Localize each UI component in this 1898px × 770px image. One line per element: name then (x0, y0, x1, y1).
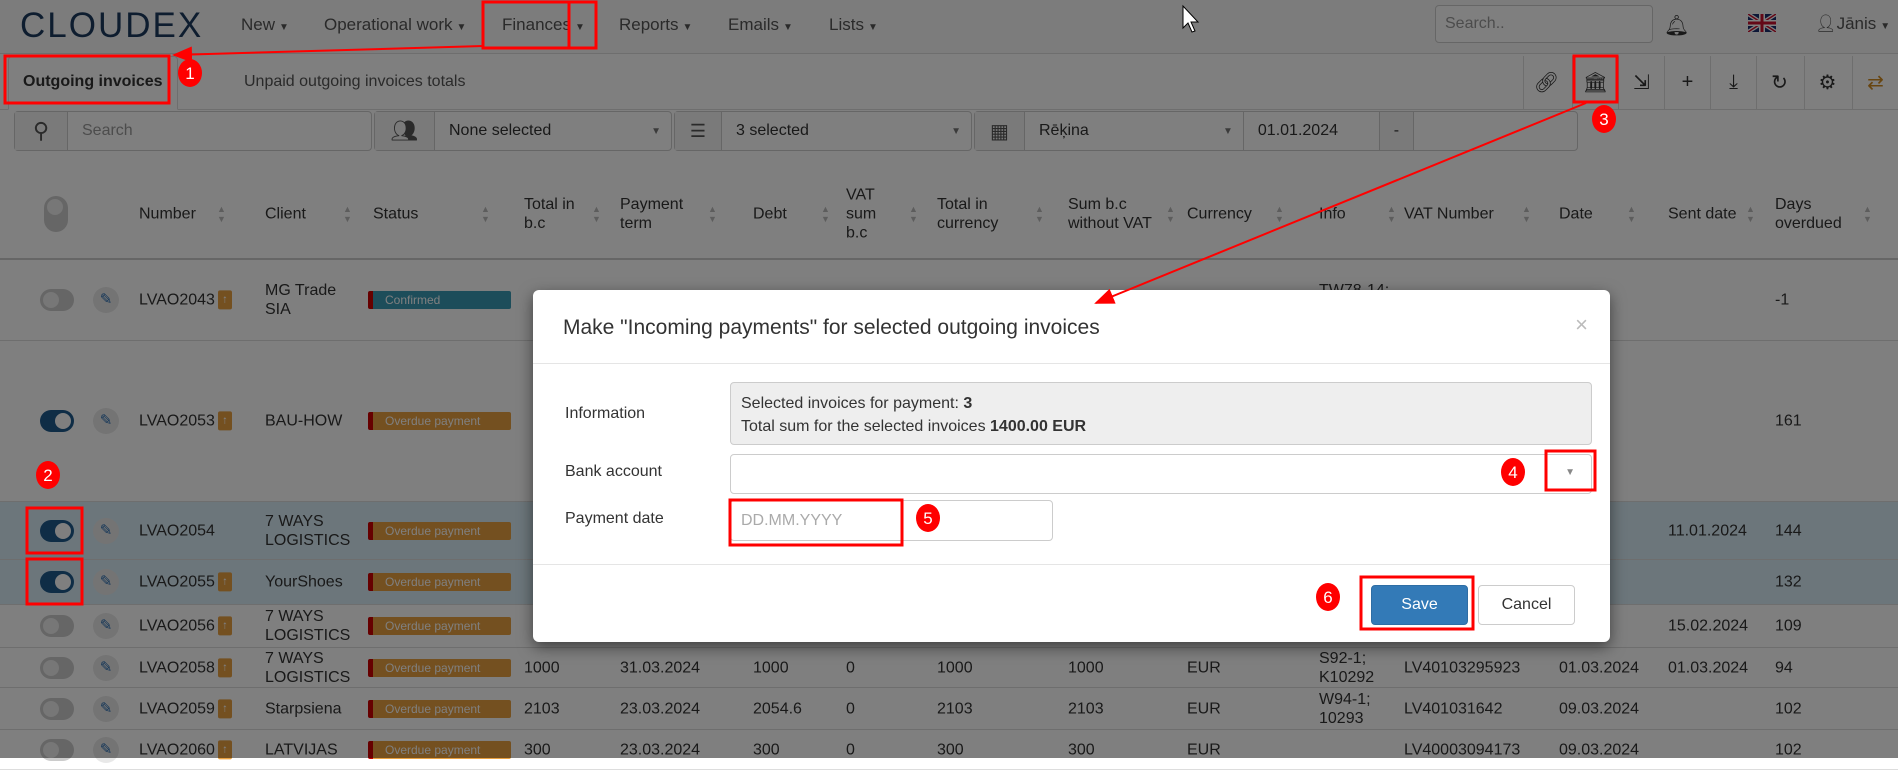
step-marker-2: 2 (36, 461, 60, 489)
svg-text:2: 2 (43, 466, 52, 485)
highlight-bank-dropdown (1544, 449, 1597, 492)
step-marker-4: 4 (1501, 458, 1525, 486)
arrow-3 (1094, 102, 1587, 304)
step-marker-1: 1 (178, 59, 202, 87)
mouse-cursor-icon (1182, 4, 1200, 33)
step-marker-3: 3 (1592, 105, 1616, 133)
highlight-bank-button (1572, 54, 1619, 104)
highlight-toggle-2054 (25, 506, 84, 555)
highlight-toggle-2055 (25, 557, 84, 606)
highlight-finances (481, 0, 571, 50)
annotation-layer: 1 2 3 4 5 6 (3, 0, 1619, 631)
highlight-outgoing-tab (3, 54, 171, 105)
arrow-1 (172, 45, 484, 63)
svg-text:6: 6 (1323, 588, 1332, 607)
highlight-save (1359, 575, 1475, 631)
svg-text:5: 5 (923, 509, 932, 528)
svg-text:4: 4 (1508, 463, 1517, 482)
highlight-finances-caret (567, 0, 598, 50)
step-marker-6: 6 (1316, 583, 1340, 611)
svg-text:3: 3 (1599, 110, 1608, 129)
step-marker-5: 5 (916, 504, 940, 532)
svg-text:1: 1 (185, 64, 194, 83)
highlight-payment-date (728, 498, 904, 547)
